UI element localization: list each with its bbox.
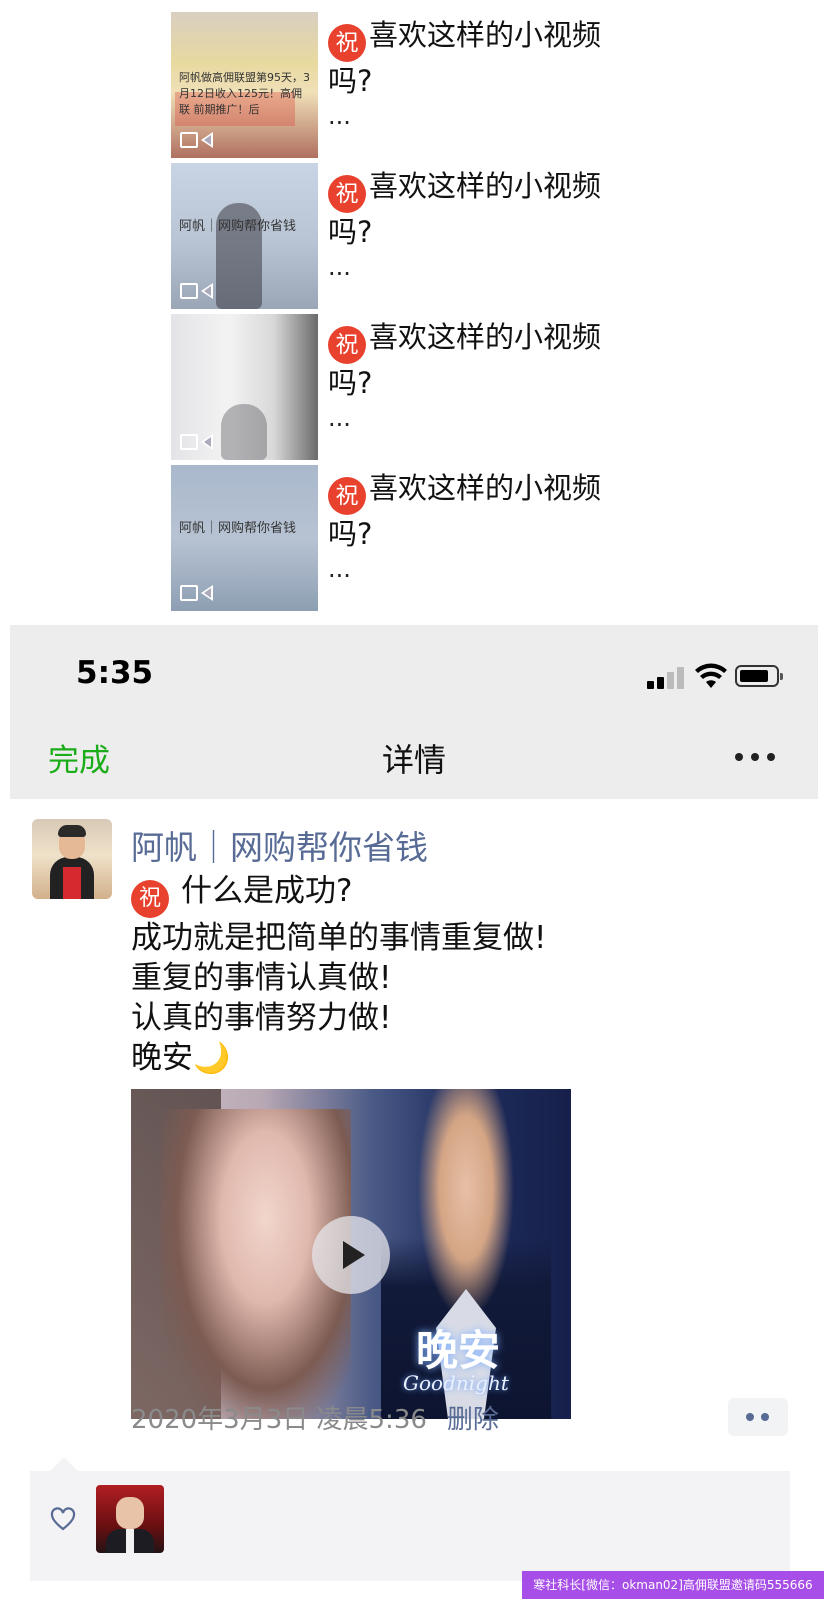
zhu-badge-icon: 祝 (131, 880, 169, 918)
video-camera-icon (180, 583, 216, 603)
video-camera-icon (180, 432, 216, 452)
heart-icon (50, 1507, 76, 1531)
post-line-text: 晚安 (131, 1040, 193, 1076)
post-line: 晚安🌙 (131, 1038, 771, 1079)
more-text: ... (328, 102, 351, 130)
album-item-caption: 祝喜欢这样的小视频吗? ... (328, 167, 618, 282)
video-overlay-title: 晚安 (416, 1326, 501, 1375)
thumbnail-text: 阿帆｜网购帮你省钱 (179, 219, 297, 234)
post-line: 成功就是把简单的事情重复做! (131, 920, 547, 956)
liker-avatar[interactable] (96, 1485, 164, 1553)
watermark-text: 寒社科长[微信：okman02]高佣联盟邀请码555666 (522, 1571, 824, 1599)
album-item-caption: 祝喜欢这样的小视频吗? ... (328, 16, 618, 131)
album-item[interactable]: 阿帆｜网购帮你省钱 祝喜欢这样的小视频吗? ... (171, 465, 621, 611)
zhu-badge-icon: 祝 (328, 24, 366, 62)
video-thumbnail[interactable]: 阿帆做高佣联盟第95天，3月12日收入125元！高佣联 前期推广！后 (171, 12, 318, 158)
thumbnail-text: 阿帆做高佣联盟第95天，3月12日收入125元！高佣联 前期推广！后 (179, 71, 310, 116)
post-actions-button[interactable] (728, 1398, 788, 1436)
video-overlay-subtitle: Goodnight (403, 1371, 509, 1395)
video-camera-icon (180, 281, 216, 301)
video-thumbnail[interactable] (171, 314, 318, 460)
post-line: 祝什么是成功? (131, 871, 771, 918)
avatar[interactable] (32, 819, 112, 899)
album-item-text: 喜欢这样的小视频吗? (328, 471, 602, 551)
album-item-text: 喜欢这样的小视频吗? (328, 169, 602, 249)
play-icon (343, 1241, 365, 1269)
thumbnail-figure (221, 404, 267, 460)
album-item-text: 喜欢这样的小视频吗? (328, 18, 602, 98)
video-thumbnail[interactable]: 阿帆｜网购帮你省钱 (171, 465, 318, 611)
delete-link[interactable]: 删除 (447, 1405, 499, 1435)
likes-panel (30, 1457, 790, 1581)
moment-post: 阿帆｜网购帮你省钱 祝什么是成功? 成功就是把简单的事情重复做! 重复的事情认真… (0, 799, 828, 1604)
post-line: 重复的事情认真做! (131, 960, 392, 996)
video-thumbnail[interactable]: 阿帆｜网购帮你省钱 (171, 163, 318, 309)
post-username[interactable]: 阿帆｜网购帮你省钱 (131, 821, 428, 869)
album-item-caption: 祝喜欢这样的小视频吗? ... (328, 318, 618, 433)
play-button[interactable] (312, 1216, 390, 1294)
thumbnail-text: 阿帆｜网购帮你省钱 (179, 521, 297, 536)
post-timestamp: 2020年3月3日 凌晨5:36 (131, 1405, 427, 1435)
page-title: 详情 (381, 741, 446, 779)
album-item-text: 喜欢这样的小视频吗? (328, 320, 602, 400)
more-text: ... (328, 404, 351, 432)
more-text: ... (328, 253, 351, 281)
album-item[interactable]: 祝喜欢这样的小视频吗? ... (171, 314, 621, 460)
post-line-text: 什么是成功? (181, 873, 353, 909)
post-content: 祝什么是成功? 成功就是把简单的事情重复做! 重复的事情认真做! 认真的事情努力… (131, 871, 771, 1079)
more-text: ... (328, 555, 351, 583)
video-player[interactable]: 晚安 Goodnight (131, 1089, 571, 1419)
more-icon[interactable] (735, 751, 777, 763)
album-item[interactable]: 阿帆｜网购帮你省钱 祝喜欢这样的小视频吗? ... (171, 163, 621, 309)
post-meta: 2020年3月3日 凌晨5:36 删除 (131, 1399, 499, 1436)
album-item[interactable]: 阿帆做高佣联盟第95天，3月12日收入125元！高佣联 前期推广！后 祝喜欢这样… (171, 12, 621, 158)
album-list: 阿帆做高佣联盟第95天，3月12日收入125元！高佣联 前期推广！后 祝喜欢这样… (0, 0, 828, 625)
crescent-moon-icon: 🌙 (193, 1041, 231, 1076)
album-item-caption: 祝喜欢这样的小视频吗? ... (328, 469, 618, 584)
wifi-icon (695, 663, 727, 688)
zhu-badge-icon: 祝 (328, 326, 366, 364)
battery-icon (735, 665, 783, 687)
nav-bar: 完成 详情 (10, 713, 818, 799)
post-line: 认真的事情努力做! (131, 1000, 392, 1036)
video-camera-icon (180, 130, 216, 150)
status-bar: 5:35 (10, 625, 818, 713)
cellular-signal-icon (647, 667, 687, 689)
zhu-badge-icon: 祝 (328, 477, 366, 515)
status-time: 5:35 (76, 655, 154, 691)
zhu-badge-icon: 祝 (328, 175, 366, 213)
